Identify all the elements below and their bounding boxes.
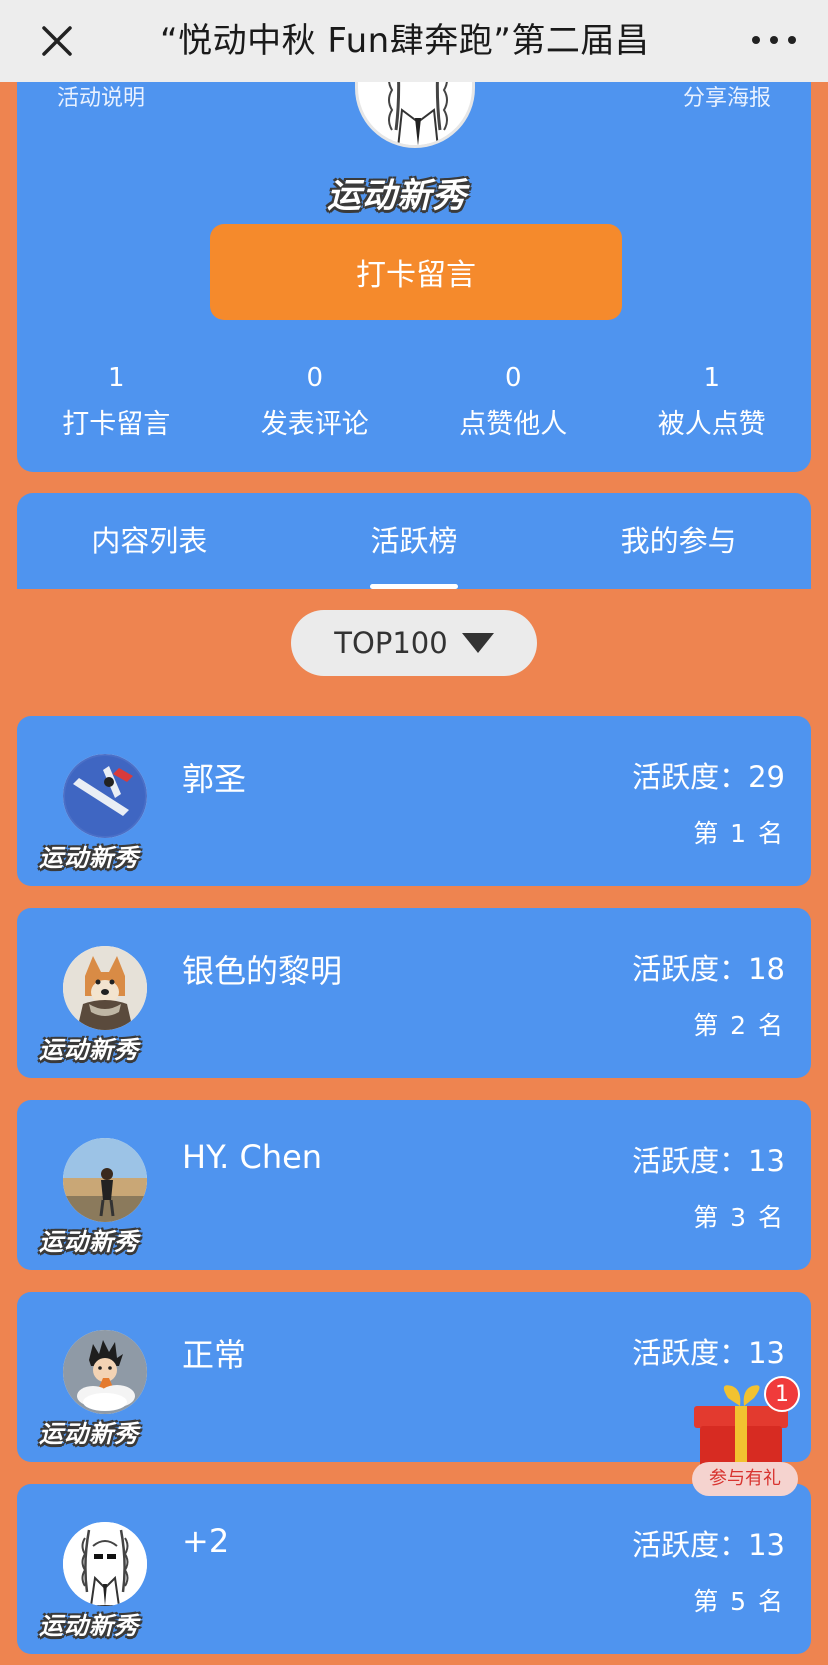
stat-label: 被人点赞 — [657, 409, 766, 440]
stat-value: 0 — [306, 363, 324, 393]
tab-bar: 内容列表 活跃榜 我的参与 — [17, 493, 811, 589]
brand-badge: 运动新秀 — [39, 845, 139, 872]
stat-comments[interactable]: 0 发表评论 — [216, 360, 415, 450]
activity-score: 活跃度：13 — [632, 1336, 785, 1370]
stat-label: 发表评论 — [260, 409, 369, 440]
activity-score: 活跃度：29 — [632, 760, 785, 794]
rank-username: 银色的黎明 — [182, 952, 343, 990]
more-icon[interactable] — [752, 30, 796, 50]
rank-position: 第 2 名 — [693, 1011, 785, 1040]
tab-content-list[interactable]: 内容列表 — [17, 493, 282, 589]
ranking-list: 运动新秀 郭圣 活跃度：29 第 1 名 运动新秀 银色的黎明 活跃度：18 第… — [17, 716, 811, 1665]
activity-header-card: 活动说明 分享海报 运动新秀 打卡留言 1 打卡留言 0 发表评论 0 点赞他人… — [17, 60, 811, 472]
stats-row: 1 打卡留言 0 发表评论 0 点赞他人 1 被人点赞 — [17, 360, 811, 450]
rank-username: 郭圣 — [182, 760, 247, 798]
close-icon[interactable] — [38, 22, 76, 60]
stat-value: 1 — [703, 363, 721, 393]
list-item[interactable]: 运动新秀 郭圣 活跃度：29 第 1 名 — [17, 716, 811, 886]
brand-badge: 运动新秀 — [39, 1229, 139, 1256]
activity-score: 活跃度：18 — [632, 952, 785, 986]
top-navbar: “悦动中秋 Fun肆奔跑”第二届昌 — [0, 0, 828, 82]
activity-info-link[interactable]: 活动说明 — [57, 80, 145, 112]
stat-likes-given[interactable]: 0 点赞他人 — [414, 360, 613, 450]
rank-username: HY. Chen — [182, 1138, 323, 1176]
stat-label: 打卡留言 — [62, 409, 171, 440]
avatar — [63, 754, 147, 838]
avatar — [63, 946, 147, 1030]
brand-badge: 运动新秀 — [39, 1037, 139, 1064]
list-item[interactable]: 运动新秀 HY. Chen 活跃度：13 第 3 名 — [17, 1100, 811, 1270]
gift-label[interactable]: 参与有礼 — [692, 1462, 798, 1496]
page-title: “悦动中秋 Fun肆奔跑”第二届昌 — [160, 21, 650, 61]
brand-badge: 运动新秀 — [39, 1421, 139, 1448]
checkin-button[interactable]: 打卡留言 — [210, 224, 622, 320]
share-poster-link[interactable]: 分享海报 — [683, 80, 771, 112]
stat-value: 0 — [504, 363, 522, 393]
stat-label: 点赞他人 — [459, 409, 568, 440]
avatar — [63, 1522, 147, 1606]
tab-my-participation[interactable]: 我的参与 — [546, 493, 811, 589]
caret-down-icon — [461, 633, 494, 653]
stat-likes-received[interactable]: 1 被人点赞 — [613, 360, 812, 450]
stat-checkins[interactable]: 1 打卡留言 — [17, 360, 216, 450]
rank-username: +2 — [182, 1522, 230, 1560]
list-item[interactable]: 运动新秀 银色的黎明 活跃度：18 第 2 名 — [17, 908, 811, 1078]
filter-selected: TOP100 — [334, 626, 448, 660]
top-filter-dropdown[interactable]: TOP100 — [291, 610, 537, 676]
brand-logo: 运动新秀 — [327, 177, 467, 215]
rank-position: 第 3 名 — [693, 1203, 785, 1232]
brand-badge: 运动新秀 — [39, 1613, 139, 1640]
rank-username: 正常 — [182, 1336, 247, 1374]
stat-value: 1 — [107, 363, 125, 393]
activity-score: 活跃度：13 — [632, 1528, 785, 1562]
list-item[interactable]: 运动新秀 +2 活跃度：13 第 5 名 — [17, 1484, 811, 1654]
rank-position: 第 1 名 — [693, 819, 785, 848]
avatar — [63, 1138, 147, 1222]
avatar — [63, 1330, 147, 1414]
activity-score: 活跃度：13 — [632, 1144, 785, 1178]
rank-position: 第 5 名 — [693, 1587, 785, 1616]
tab-activity-ranking[interactable]: 活跃榜 — [282, 493, 547, 589]
notification-badge: 1 — [764, 1376, 800, 1412]
